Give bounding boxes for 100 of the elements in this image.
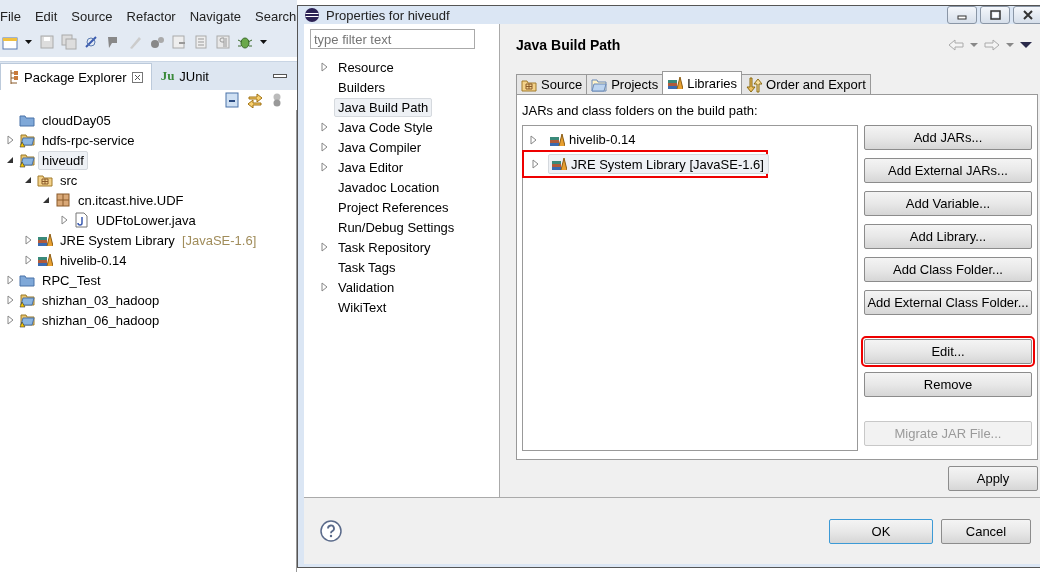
menu-item[interactable]: Edit (34, 8, 58, 24)
list-item[interactable]: JRE System Library [JavaSE-1.6] (548, 154, 769, 174)
collapsed-arrow-icon[interactable] (318, 161, 330, 173)
package-explorer-icon (9, 69, 19, 85)
nav-item[interactable]: Resource (334, 57, 398, 77)
collapsed-arrow-icon[interactable] (22, 234, 34, 246)
collapsed-arrow-icon[interactable] (22, 254, 34, 266)
package-icon (55, 192, 71, 208)
collapsed-arrow-icon[interactable] (318, 281, 330, 293)
close-icon[interactable] (1021, 9, 1035, 21)
menu-item[interactable]: File (0, 8, 21, 24)
back-arrow-icon[interactable] (948, 39, 964, 51)
tab[interactable]: Source (516, 74, 588, 94)
tab[interactable]: Projects (586, 74, 664, 94)
view-tab[interactable]: Ju JUnit (151, 62, 218, 90)
menu-item[interactable]: Navigate (189, 8, 241, 24)
nav-item[interactable]: Java Compiler (334, 137, 426, 157)
nav-item[interactable]: Java Build Path (334, 97, 433, 117)
forward-arrow-icon[interactable] (984, 39, 1000, 51)
project-folder-icon (19, 312, 35, 328)
action-button[interactable]: Add External Class Folder... (864, 290, 1032, 315)
nav-item[interactable]: Task Repository (334, 237, 435, 257)
collapsed-arrow-icon[interactable] (318, 241, 330, 253)
container-note: [JavaSE-1.6] (181, 232, 257, 248)
nav-item[interactable]: Java Code Style (334, 117, 437, 137)
minimize-icon[interactable] (273, 72, 287, 80)
tree-item[interactable]: shizhan_03_hadoop (38, 290, 164, 310)
tree-item[interactable]: src (56, 170, 82, 190)
action-button[interactable]: Add JARs... (864, 125, 1032, 150)
action-button[interactable]: Remove (864, 372, 1032, 397)
save-all-icon[interactable] (61, 34, 77, 50)
document-icon[interactable] (171, 34, 187, 50)
nav-item[interactable]: Task Tags (334, 257, 400, 277)
tree-item[interactable]: UDFtoLower.java (92, 210, 200, 230)
bug-icon[interactable] (237, 34, 253, 50)
view-tab[interactable]: Package Explorer (0, 63, 152, 90)
library-books-icon (37, 252, 53, 268)
filter-field[interactable]: type filter text (310, 29, 475, 49)
nav-item[interactable]: Java Editor (334, 157, 408, 177)
tab[interactable]: Order and Export (741, 74, 871, 94)
tree-item[interactable]: hdfs-rpc-service (38, 130, 139, 150)
collapsed-arrow-icon[interactable] (58, 214, 70, 226)
menu-item[interactable]: Source (71, 8, 113, 24)
link-arrows-icon[interactable] (247, 92, 263, 108)
project-folder-icon (19, 292, 35, 308)
collapsed-arrow-icon[interactable] (4, 294, 16, 306)
nav-item[interactable]: Builders (334, 77, 389, 97)
action-button[interactable]: Edit... (864, 339, 1032, 364)
tree-item[interactable]: shizhan_06_hadoop (38, 310, 164, 330)
action-button[interactable]: Add Class Folder... (864, 257, 1032, 282)
new-file-icon[interactable] (2, 34, 18, 50)
nav-item[interactable]: Javadoc Location (334, 177, 444, 197)
collapse-all-icon[interactable] (225, 92, 239, 108)
dropdown-caret-icon[interactable] (24, 38, 33, 46)
collapsed-arrow-icon[interactable] (527, 133, 539, 146)
project-folder-icon (19, 152, 35, 168)
dropdown-caret-icon[interactable] (259, 38, 268, 46)
maximize-icon[interactable] (988, 9, 1002, 21)
tree-item[interactable]: cloudDay05 (38, 110, 115, 130)
folder-icon (19, 272, 35, 288)
view-menu-icon[interactable] (1020, 41, 1032, 49)
library-books-icon (549, 131, 565, 148)
nav-item[interactable]: Project References (334, 197, 453, 217)
java-file-icon (73, 212, 89, 228)
tab[interactable]: Libraries (662, 71, 743, 94)
page-title: Java Build Path (516, 37, 621, 53)
menu-item[interactable]: Refactor (126, 8, 176, 24)
nav-item[interactable]: WikiText (334, 297, 391, 317)
source-folder-icon (37, 172, 53, 188)
window-title: Properties for hiveudf (326, 7, 450, 23)
ok-button[interactable]: OK (829, 518, 933, 544)
save-icon[interactable] (39, 34, 55, 50)
eclipse-logo-icon (304, 7, 320, 23)
tree-item[interactable]: JRE System Library (56, 230, 179, 250)
action-button[interactable]: Add External JARs... (864, 158, 1032, 183)
help-icon[interactable] (320, 520, 342, 542)
apply-button[interactable]: Apply (948, 466, 1038, 491)
collapsed-arrow-icon[interactable] (529, 158, 541, 170)
library-books-icon (551, 156, 567, 172)
close-icon[interactable] (131, 71, 143, 83)
paragraph-icon[interactable] (215, 34, 231, 50)
library-books-icon (667, 75, 684, 91)
action-button[interactable]: Add Variable... (864, 191, 1032, 216)
nav-item[interactable]: Run/Debug Settings (334, 217, 459, 237)
action-button[interactable]: Add Library... (864, 224, 1032, 249)
collapsed-arrow-icon[interactable] (318, 61, 330, 73)
tree-item[interactable]: hivelib-0.14 (56, 250, 131, 270)
menu-item[interactable]: Search (255, 8, 297, 24)
collapsed-arrow-icon[interactable] (318, 141, 330, 153)
collapsed-arrow-icon[interactable] (4, 134, 16, 146)
list-item[interactable]: hivelib-0.14 (546, 129, 641, 150)
nav-item[interactable]: Validation (334, 277, 399, 297)
cancel-button[interactable]: Cancel (941, 518, 1031, 544)
collapsed-arrow-icon[interactable] (318, 121, 330, 133)
filter-icon[interactable] (271, 93, 283, 107)
tree-item[interactable]: RPC_Test (38, 270, 105, 290)
tree-item[interactable]: hiveudf (38, 150, 88, 170)
tree-item[interactable]: cn.itcast.hive.UDF (74, 190, 188, 210)
collapsed-arrow-icon[interactable] (4, 274, 16, 286)
collapsed-arrow-icon[interactable] (4, 314, 16, 326)
